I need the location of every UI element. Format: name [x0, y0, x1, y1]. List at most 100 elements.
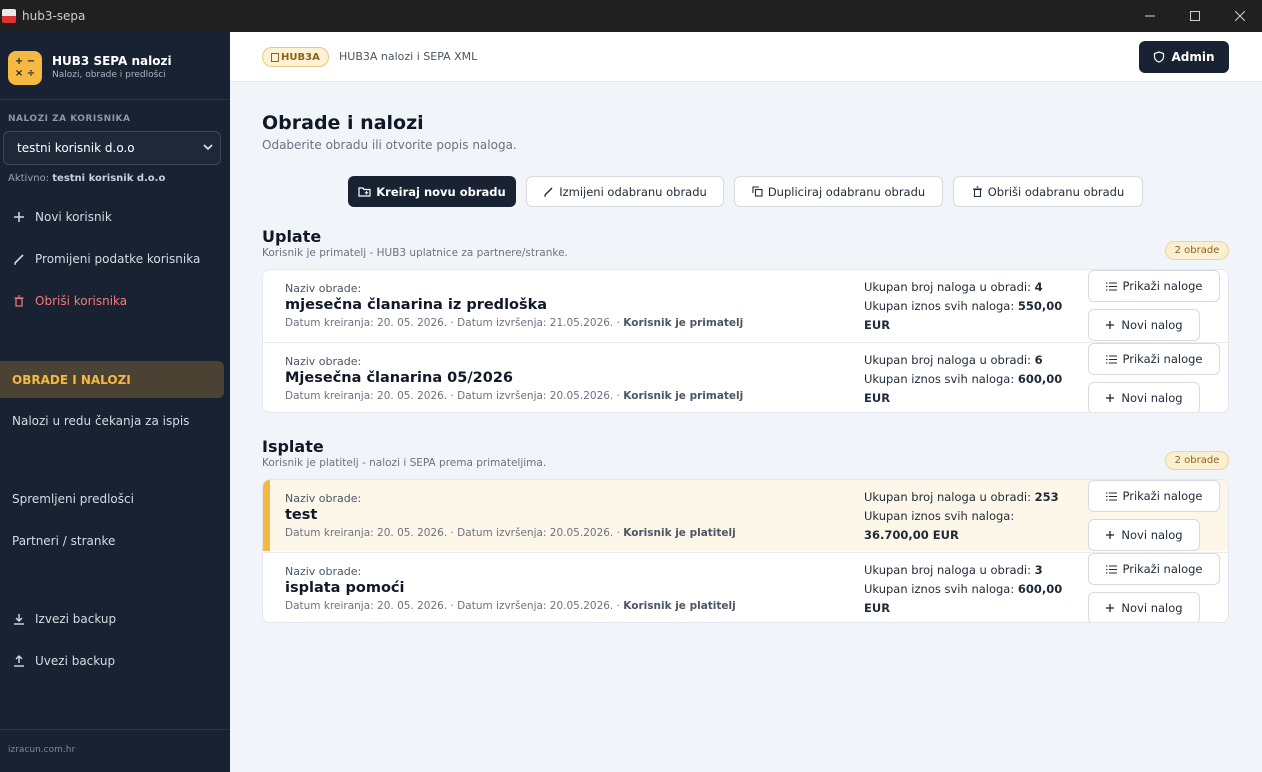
show-orders-button[interactable]: Prikaži naloge [1088, 480, 1220, 512]
plus-icon [1106, 321, 1115, 329]
nav-saved-templates[interactable]: Spremljeni predlošci [0, 481, 230, 517]
delete-batch-button[interactable]: Obriši odabranu obradu [953, 176, 1143, 207]
nav-label: Nalozi u redu čekanja za ispis [12, 414, 190, 428]
show-orders-label: Prikaži naloge [1122, 352, 1203, 366]
copy-icon [752, 186, 763, 197]
new-order-label: Novi nalog [1121, 528, 1183, 542]
plus-icon [1106, 394, 1115, 402]
edit-batch-button[interactable]: Izmijeni odabranu obradu [526, 176, 724, 207]
delete-batch-label: Obriši odabranu obradu [987, 184, 1125, 199]
delete-user-label: Obriši korisnika [35, 294, 128, 308]
new-user-label: Novi korisnik [35, 210, 112, 224]
order-count: 253 [1034, 490, 1059, 504]
batch-name-label: Naziv obrade: [285, 565, 362, 578]
delete-user-button[interactable]: Obriši korisnika [0, 283, 230, 319]
batch-name-label: Naziv obrade: [285, 355, 362, 368]
nav-label: Spremljeni predlošci [12, 492, 134, 506]
pencil-icon [12, 252, 26, 266]
batch-list-isplate: Naziv obrade: test Datum kreiranja: 20. … [262, 479, 1229, 623]
active-user-name: testni korisnik d.o.o [52, 173, 166, 184]
batch-meta: Datum kreiranja: 20. 05. 2026. · Datum i… [285, 600, 736, 612]
batch-row[interactable]: Naziv obrade: isplata pomoći Datum kreir… [263, 552, 1228, 622]
count-label: Ukupan broj naloga u obradi: [864, 563, 1031, 577]
plus-icon [1106, 604, 1115, 612]
active-user: Aktivno: testni korisnik d.o.o [8, 173, 165, 184]
plus-icon [1106, 531, 1115, 539]
order-sum: 600,00 [1017, 582, 1063, 596]
group-count-badge: 2 obrade [1165, 241, 1229, 260]
user-select[interactable]: testni korisnik d.o.o [3, 131, 221, 165]
batch-name-label: Naziv obrade: [285, 492, 362, 505]
import-backup-button[interactable]: Uvezi backup [0, 643, 230, 679]
show-orders-button[interactable]: Prikaži naloge [1088, 343, 1220, 375]
duplicate-batch-label: Dupliciraj odabranu obradu [767, 184, 926, 199]
show-orders-button[interactable]: Prikaži naloge [1088, 553, 1220, 585]
hub3a-badge: HUB3A [262, 47, 329, 67]
duplicate-batch-button[interactable]: Dupliciraj odabranu obradu [734, 176, 943, 207]
new-order-button[interactable]: Novi nalog [1088, 309, 1200, 341]
nav-print-queue[interactable]: Nalozi u redu čekanja za ispis [0, 403, 230, 439]
batch-row-selected[interactable]: Naziv obrade: test Datum kreiranja: 20. … [263, 480, 1228, 551]
close-button[interactable] [1217, 0, 1262, 32]
brand-title: HUB3 SEPA nalozi [52, 54, 172, 68]
chevron-down-icon [203, 144, 213, 151]
edit-user-label: Promijeni podatke korisnika [35, 252, 201, 266]
brand-header: + − × ÷ HUB3 SEPA nalozi Nalozi, obrade i… [0, 32, 230, 100]
order-sum-currency: EUR [864, 391, 891, 405]
count-label: Ukupan broj naloga u obradi: [864, 490, 1031, 504]
batch-name-label: Naziv obrade: [285, 282, 362, 295]
selection-accent [263, 480, 270, 551]
order-count: 3 [1034, 563, 1043, 577]
batch-row[interactable]: Naziv obrade: Mjesečna članarina 05/2026… [263, 342, 1228, 412]
batch-stats: Ukupan broj naloga u obradi: 6 Ukupan iz… [864, 351, 1074, 408]
sum-label: Ukupan iznos svih naloga: [864, 582, 1015, 596]
batch-role: Korisnik je platitelj [623, 527, 736, 539]
order-count: 4 [1034, 280, 1043, 294]
edit-user-button[interactable]: Promijeni podatke korisnika [0, 241, 230, 277]
sum-label: Ukupan iznos svih naloga: [864, 299, 1015, 313]
new-user-button[interactable]: Novi korisnik [0, 199, 230, 235]
folder-plus-icon [358, 187, 371, 197]
plus-icon [12, 210, 26, 224]
download-icon [12, 612, 26, 626]
export-backup-button[interactable]: Izvezi backup [0, 601, 230, 637]
new-order-button[interactable]: Novi nalog [1088, 519, 1200, 551]
list-icon [1105, 282, 1117, 290]
list-icon [1105, 492, 1117, 500]
list-icon [1105, 355, 1117, 363]
order-sum-currency: EUR [864, 601, 891, 615]
batch-meta: Datum kreiranja: 20. 05. 2026. · Datum i… [285, 390, 743, 402]
batch-name: test [285, 507, 318, 523]
order-count: 6 [1034, 353, 1043, 367]
batch-row[interactable]: Naziv obrade: mjesečna članarina iz pred… [263, 270, 1228, 341]
create-batch-button[interactable]: Kreiraj novu obradu [348, 176, 516, 207]
admin-button[interactable]: Admin [1139, 41, 1229, 73]
new-order-button[interactable]: Novi nalog [1088, 382, 1200, 412]
minimize-button[interactable] [1127, 0, 1172, 32]
order-sum-currency: 36.700,00 EUR [864, 528, 959, 542]
nav-partners[interactable]: Partneri / stranke [0, 523, 230, 559]
upload-icon [12, 654, 26, 668]
user-section-label: NALOZI ZA KORISNIKA [8, 114, 131, 124]
maximize-icon [1189, 11, 1200, 21]
new-order-button[interactable]: Novi nalog [1088, 592, 1200, 622]
nav-obrade-i-nalozi[interactable]: OBRADE I NALOZI [0, 361, 224, 398]
user-select-value: testni korisnik d.o.o [17, 141, 135, 155]
show-orders-label: Prikaži naloge [1122, 279, 1203, 293]
order-sum: 550,00 [1017, 299, 1063, 313]
batch-meta: Datum kreiranja: 20. 05. 2026. · Datum i… [285, 317, 743, 329]
count-label: Ukupan broj naloga u obradi: [864, 353, 1031, 367]
close-icon [1234, 11, 1245, 21]
show-orders-label: Prikaži naloge [1122, 562, 1203, 576]
main-content: HUB3A HUB3A nalozi i SEPA XML Admin Obra… [230, 32, 1262, 772]
show-orders-button[interactable]: Prikaži naloge [1088, 270, 1220, 302]
window-titlebar: hub3-sepa [0, 0, 1262, 32]
maximize-button[interactable] [1172, 0, 1217, 32]
sidebar-divider [0, 729, 230, 730]
batch-dates: Datum kreiranja: 20. 05. 2026. · Datum i… [285, 600, 620, 612]
count-label: Ukupan broj naloga u obradi: [864, 280, 1031, 294]
show-orders-label: Prikaži naloge [1122, 489, 1203, 503]
trash-icon [972, 186, 982, 197]
window-controls [1127, 0, 1262, 32]
create-batch-label: Kreiraj novu obradu [376, 184, 506, 199]
